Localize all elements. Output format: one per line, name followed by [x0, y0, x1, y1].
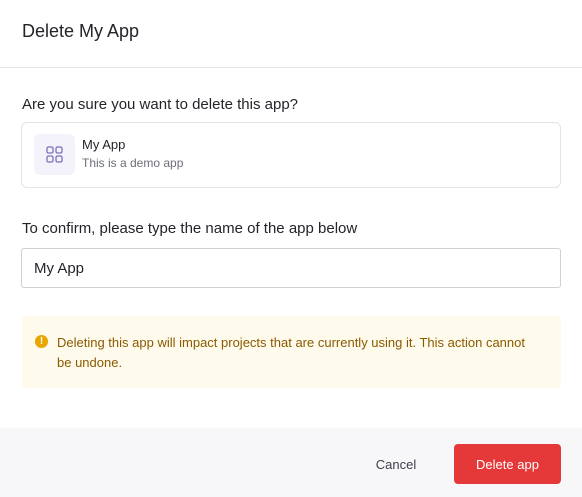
grid-icon — [46, 146, 63, 163]
app-name: My App — [82, 137, 126, 152]
warning-icon: ! — [35, 335, 48, 348]
confirm-question: Are you sure you want to delete this app… — [22, 96, 299, 113]
app-name-input[interactable] — [21, 248, 561, 288]
cancel-button[interactable]: Cancel — [362, 444, 430, 484]
warning-banner: ! Deleting this app will impact projects… — [22, 316, 561, 388]
delete-app-dialog: Delete My App Are you sure you want to d… — [0, 0, 582, 497]
warning-text: Deleting this app will impact projects t… — [57, 335, 525, 370]
dialog-title: Delete My App — [22, 21, 140, 41]
app-description: This is a demo app — [82, 156, 184, 170]
delete-app-button[interactable]: Delete app — [454, 444, 561, 484]
dialog-footer: Cancel Delete app — [0, 428, 582, 497]
confirm-label: To confirm, please type the name of the … — [22, 220, 358, 237]
dialog-header: Delete My App — [0, 0, 582, 68]
app-card: My App This is a demo app — [21, 122, 561, 188]
app-icon-container — [34, 134, 75, 175]
